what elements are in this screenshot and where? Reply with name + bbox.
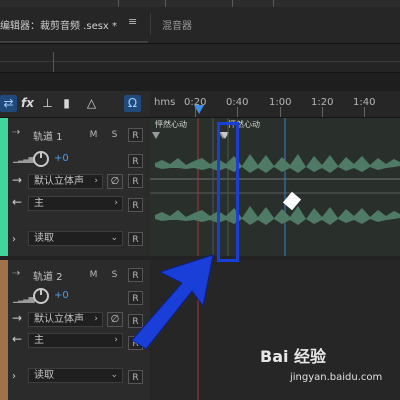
- watermark-url: jingyan.baidu.com: [290, 372, 383, 383]
- annotation-arrow-icon: [131, 254, 214, 350]
- watermark-logo: Bai 经验: [260, 347, 327, 366]
